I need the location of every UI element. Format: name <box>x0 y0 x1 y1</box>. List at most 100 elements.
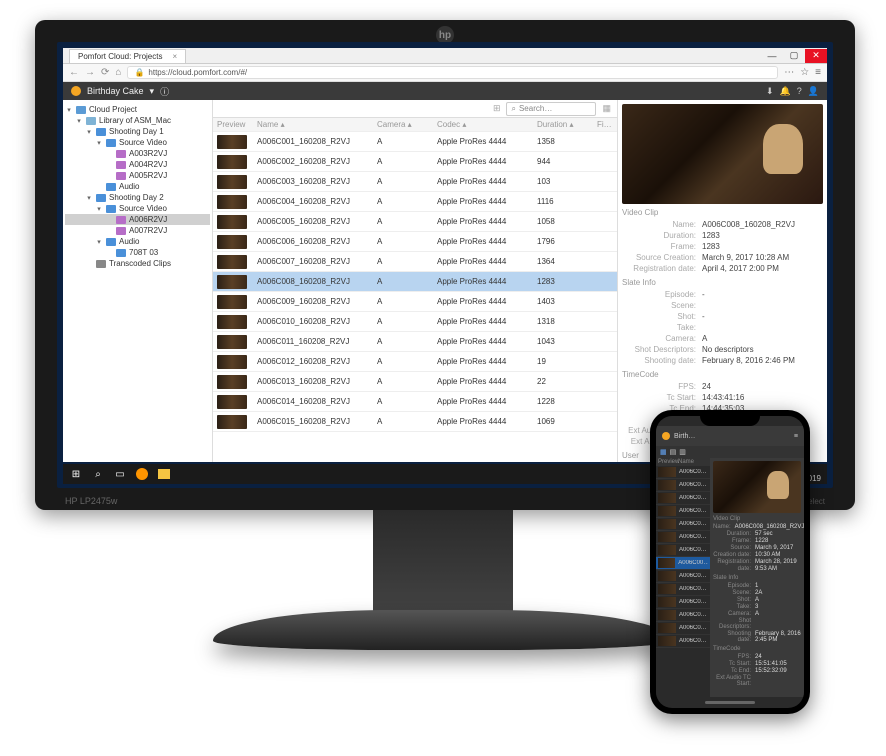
window-maximize-button[interactable]: ▢ <box>783 49 805 63</box>
tab-close-icon[interactable]: × <box>172 52 177 61</box>
phone-list-row[interactable]: A006C0… <box>656 531 710 544</box>
header-notification-icon[interactable]: 🔔 <box>780 86 791 97</box>
cell-codec: Apple ProRes 4444 <box>433 357 533 366</box>
table-row[interactable]: A006C001_160208_R2VJAApple ProRes 444413… <box>213 132 617 152</box>
table-row[interactable]: A006C006_160208_R2VJAApple ProRes 444417… <box>213 232 617 252</box>
cell-codec: Apple ProRes 4444 <box>433 257 533 266</box>
project-name[interactable]: Birthday Cake <box>87 86 144 96</box>
phone-list-row[interactable]: A006C0… <box>656 583 710 596</box>
phone-list-row[interactable]: A006C0… <box>656 570 710 583</box>
th-camera[interactable]: Camera ▴ <box>373 120 433 129</box>
phone-view-icon-2[interactable]: ▤ <box>670 448 677 456</box>
start-button[interactable]: ⊞ <box>69 467 83 481</box>
project-dropdown-icon[interactable]: ▾ <box>150 86 155 97</box>
tree-item[interactable]: ▾Shooting Day 2 <box>65 192 210 203</box>
phone-list-row[interactable]: A006C0… <box>656 596 710 609</box>
header-user-icon[interactable]: 👤 <box>808 86 819 97</box>
phone-list-row[interactable]: A006C0… <box>656 544 710 557</box>
table-row[interactable]: A006C008_160208_R2VJAApple ProRes 444412… <box>213 272 617 292</box>
header-download-icon[interactable]: ⬇ <box>766 86 774 97</box>
table-row[interactable]: A006C010_160208_R2VJAApple ProRes 444413… <box>213 312 617 332</box>
phone-project-name[interactable]: Birth… <box>674 433 695 440</box>
phone-list-row[interactable]: A006C0… <box>656 518 710 531</box>
phone-list-row[interactable]: A006C00… <box>656 557 710 570</box>
taskbar-search-icon[interactable]: ⌕ <box>91 467 105 481</box>
table-row[interactable]: A006C014_160208_R2VJAApple ProRes 444412… <box>213 392 617 412</box>
nav-home-icon[interactable]: ⌂ <box>115 67 121 78</box>
th-filesize[interactable]: File Size <box>593 120 617 129</box>
th-duration[interactable]: Duration ▴ <box>533 120 593 129</box>
view-toggle-icon[interactable]: ▦ <box>602 103 611 114</box>
taskbar-firefox-icon[interactable] <box>135 467 149 481</box>
table-row[interactable]: A006C002_160208_R2VJAApple ProRes 444494… <box>213 152 617 172</box>
taskbar-explorer-icon[interactable] <box>157 467 171 481</box>
phone-list-row[interactable]: A006C0… <box>656 479 710 492</box>
taskbar-taskview-icon[interactable]: ▭ <box>113 467 127 481</box>
table-row[interactable]: A006C003_160208_R2VJAApple ProRes 444410… <box>213 172 617 192</box>
th-codec[interactable]: Codec ▴ <box>433 120 533 129</box>
tree-label: Shooting Day 2 <box>109 193 164 202</box>
tree-item[interactable]: ▾Audio <box>65 236 210 247</box>
phone-list-row[interactable]: A006C0… <box>656 622 710 635</box>
phone-list-row[interactable]: A006C0… <box>656 505 710 518</box>
phone-list-header: Preview Name <box>656 458 710 466</box>
tree-item[interactable]: ▾Source Video <box>65 137 210 148</box>
phone-home-indicator[interactable] <box>705 701 755 704</box>
tree-item[interactable]: Audio <box>65 181 210 192</box>
tree-item[interactable]: ▾Cloud Project <box>65 104 210 115</box>
tree-item[interactable]: A004R2VJ <box>65 159 210 170</box>
table-row[interactable]: A006C007_160208_R2VJAApple ProRes 444413… <box>213 252 617 272</box>
phone-detail-row: Shot Descriptors: <box>713 617 801 630</box>
table-row[interactable]: A006C015_160208_R2VJAApple ProRes 444410… <box>213 412 617 432</box>
th-preview[interactable]: Preview <box>213 120 253 129</box>
detail-row: Shooting date:February 8, 2016 2:46 PM <box>622 355 823 366</box>
browser-tab[interactable]: Pomfort Cloud: Projects × <box>69 49 186 63</box>
tree-item[interactable]: 708T 03 <box>65 247 210 258</box>
cell-duration: 1403 <box>533 297 593 306</box>
monitor-base <box>213 610 673 650</box>
table-row[interactable]: A006C005_160208_R2VJAApple ProRes 444410… <box>213 212 617 232</box>
project-info-icon[interactable]: ⓘ <box>160 85 169 98</box>
phone-view-icon-3[interactable]: ▥ <box>679 448 686 456</box>
phone-list-row[interactable]: A006C0… <box>656 492 710 505</box>
cell-name: A006C006_160208_R2VJ <box>253 237 373 246</box>
header-help-icon[interactable]: ? <box>797 86 802 96</box>
url-bar[interactable]: 🔒 https://cloud.pomfort.com/#/ <box>127 66 778 79</box>
nav-back-icon[interactable]: ← <box>69 67 79 78</box>
tree-item[interactable]: A007R2VJ <box>65 225 210 236</box>
tree-item[interactable]: ▾Source Video <box>65 203 210 214</box>
window-minimize-button[interactable]: — <box>761 49 783 63</box>
window-close-button[interactable]: ✕ <box>805 49 827 63</box>
tree-item[interactable]: A003R2VJ <box>65 148 210 159</box>
tree-item[interactable]: A006R2VJ <box>65 214 210 225</box>
phone-view-icon-1[interactable]: ▦ <box>660 448 667 456</box>
detail-key: Frame: <box>622 242 702 251</box>
th-name[interactable]: Name ▴ <box>253 120 373 129</box>
tree-item[interactable]: Transcoded Clips <box>65 258 210 269</box>
table-row[interactable]: A006C004_160208_R2VJAApple ProRes 444411… <box>213 192 617 212</box>
tree-item[interactable]: ▾Library of ASM_Mac <box>65 115 210 126</box>
table-row[interactable]: A006C013_160208_R2VJAApple ProRes 444422 <box>213 372 617 392</box>
ext-icon-1[interactable]: ⋯ <box>784 67 794 78</box>
phone-list-row[interactable]: A006C0… <box>656 466 710 479</box>
nav-reload-icon[interactable]: ⟳ <box>101 67 109 78</box>
table-row[interactable]: A006C012_160208_R2VJAApple ProRes 444419 <box>213 352 617 372</box>
search-input[interactable]: ⌕ Search… <box>506 102 596 116</box>
filter-icon[interactable]: ⊞ <box>493 103 501 114</box>
phone-header-menu-icon[interactable]: ≡ <box>794 433 798 440</box>
cell-duration: 1116 <box>533 197 593 206</box>
detail-key: Take: <box>622 323 702 332</box>
ext-icon-3[interactable]: ≡ <box>815 67 821 78</box>
tree-item[interactable]: A005R2VJ <box>65 170 210 181</box>
detail-key: Episode: <box>622 290 702 299</box>
cell-camera: A <box>373 197 433 206</box>
table-row[interactable]: A006C011_160208_R2VJAApple ProRes 444410… <box>213 332 617 352</box>
nav-forward-icon[interactable]: → <box>85 67 95 78</box>
table-row[interactable]: A006C009_160208_R2VJAApple ProRes 444414… <box>213 292 617 312</box>
phone-list-row[interactable]: A006C0… <box>656 609 710 622</box>
ext-icon-2[interactable]: ☆ <box>800 67 809 78</box>
phone-list-row[interactable]: A006C0… <box>656 635 710 648</box>
tree-item[interactable]: ▾Shooting Day 1 <box>65 126 210 137</box>
phone-clip-name: A006C0… <box>679 586 707 592</box>
clip-thumbnail <box>217 375 247 389</box>
